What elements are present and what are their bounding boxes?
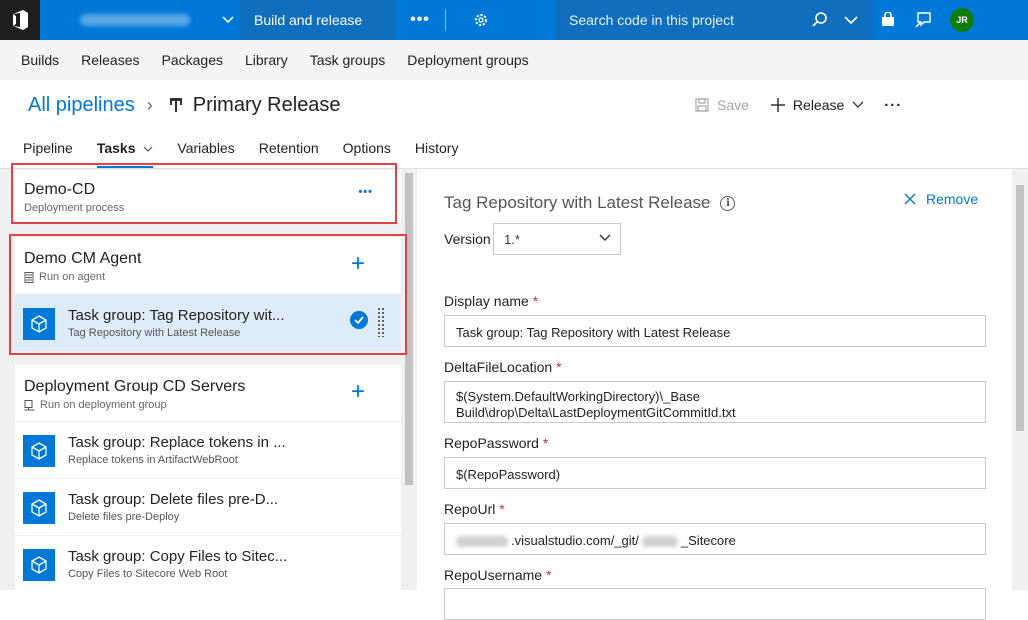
deployment-group-phase-card[interactable]: Deployment Group CD Servers Run on deplo… bbox=[15, 365, 401, 421]
redacted-text bbox=[641, 536, 678, 548]
redacted-text bbox=[456, 536, 508, 548]
feedback-icon[interactable] bbox=[914, 11, 932, 29]
display-name-label: Display name * bbox=[444, 293, 539, 309]
info-icon[interactable]: i bbox=[720, 195, 736, 211]
vsts-logo-icon[interactable] bbox=[0, 0, 40, 40]
close-icon bbox=[904, 193, 916, 205]
repo-url-mid: .visualstudio.com/_git/ bbox=[511, 533, 639, 548]
group-phase-title: Deployment Group CD Servers bbox=[24, 378, 246, 395]
repo-password-label: RepoPassword * bbox=[444, 435, 549, 451]
chevron-down-icon[interactable] bbox=[843, 11, 859, 29]
save-icon bbox=[695, 98, 709, 112]
repo-url-field[interactable]: .visualstudio.com/_git/ _Sitecore bbox=[444, 523, 986, 555]
version-label: Version bbox=[444, 231, 491, 247]
remove-label: Remove bbox=[926, 191, 979, 207]
hub-build-and-release[interactable]: Build and release bbox=[240, 0, 395, 40]
shopping-bag-icon[interactable] bbox=[880, 12, 896, 28]
chevron-down-icon bbox=[599, 234, 611, 241]
subnav-builds[interactable]: Builds bbox=[21, 52, 59, 68]
chevron-down-icon bbox=[222, 16, 234, 24]
breadcrumb: All pipelines › Primary Release bbox=[28, 92, 341, 118]
add-task-button[interactable]: + bbox=[351, 378, 365, 406]
breadcrumb-separator: › bbox=[146, 94, 153, 115]
repo-username-field[interactable] bbox=[444, 588, 986, 620]
subnav-task-groups[interactable]: Task groups bbox=[310, 52, 385, 68]
subnav-releases[interactable]: Releases bbox=[81, 52, 139, 68]
more-actions-button[interactable]: ··· bbox=[884, 97, 902, 114]
subnav-packages[interactable]: Packages bbox=[162, 52, 223, 68]
delta-file-location-field[interactable]: $(System.DefaultWorkingDirectory)\_Base … bbox=[444, 381, 986, 423]
task-title: Task group: Delete files pre-D... bbox=[68, 491, 279, 508]
search-icon[interactable] bbox=[811, 11, 829, 29]
delta-file-location-label: DeltaFileLocation * bbox=[444, 359, 562, 375]
server-group-icon bbox=[24, 399, 35, 410]
subnav-deployment-groups[interactable]: Deployment groups bbox=[407, 52, 528, 68]
task-list-scrollbar[interactable] bbox=[401, 169, 417, 590]
scrollbar-thumb[interactable] bbox=[1016, 185, 1024, 431]
task-title: Task group: Replace tokens in ... bbox=[68, 434, 286, 451]
task-subtitle: Replace tokens in ArtifactWebRoot bbox=[68, 454, 238, 466]
task-row-copy-files[interactable]: Task group: Copy Files to Sitec... Copy … bbox=[15, 536, 401, 590]
plus-icon bbox=[770, 98, 785, 112]
search-box[interactable]: Search code in this project bbox=[555, 0, 873, 40]
breadcrumb-all-pipelines[interactable]: All pipelines bbox=[28, 94, 135, 117]
group-phase-subtitle: Run on deployment group bbox=[40, 399, 167, 411]
hub-more-button[interactable]: ••• bbox=[395, 0, 445, 40]
task-group-icon bbox=[23, 492, 55, 524]
chevron-down-icon bbox=[143, 146, 153, 152]
version-select[interactable]: 1.* bbox=[493, 223, 621, 255]
repo-url-end: _Sitecore bbox=[680, 533, 736, 548]
save-button[interactable]: Save bbox=[695, 97, 749, 113]
task-group-icon bbox=[23, 549, 55, 581]
project-name-redacted bbox=[80, 14, 190, 26]
delta-value-line2: Build\drop\Delta\LastDeploymentGitCommit… bbox=[456, 405, 736, 420]
highlight-box bbox=[11, 163, 397, 224]
tab-history[interactable]: History bbox=[415, 140, 459, 168]
tab-tasks-label: Tasks bbox=[96, 140, 136, 156]
task-row-delete-files[interactable]: Task group: Delete files pre-D... Delete… bbox=[15, 479, 401, 535]
release-label: Release bbox=[792, 97, 845, 113]
page-title: Primary Release bbox=[192, 93, 341, 116]
task-list-panel: Demo-CD Deployment process ••• Demo CM A… bbox=[0, 169, 417, 590]
chevron-down-icon bbox=[852, 101, 864, 108]
task-row-replace-tokens[interactable]: Task group: Replace tokens in ... Replac… bbox=[15, 422, 401, 478]
repo-url-label: RepoUrl * bbox=[444, 501, 505, 517]
top-bar: Build and release ••• Search code in thi… bbox=[0, 0, 1028, 40]
remove-button[interactable]: Remove bbox=[904, 191, 978, 207]
release-pipeline-icon bbox=[169, 98, 182, 112]
task-subtitle: Delete files pre-Deploy bbox=[68, 511, 180, 523]
task-detail-panel: Tag Repository with Latest Release i Rem… bbox=[418, 169, 1028, 620]
task-detail-heading: Tag Repository with Latest Release bbox=[444, 193, 711, 212]
subnav-library[interactable]: Library bbox=[245, 52, 288, 68]
gear-icon[interactable] bbox=[456, 0, 506, 40]
divider bbox=[445, 9, 446, 31]
search-placeholder: Search code in this project bbox=[569, 12, 734, 28]
highlight-box bbox=[9, 234, 407, 355]
save-label: Save bbox=[717, 97, 749, 113]
repo-password-field[interactable]: $(RepoPassword) bbox=[444, 457, 986, 489]
release-button[interactable]: Release bbox=[770, 97, 864, 113]
version-value: 1.* bbox=[504, 232, 520, 247]
task-group-icon bbox=[23, 435, 55, 467]
task-subtitle: Copy Files to Sitecore Web Root bbox=[68, 568, 228, 580]
secondary-nav: Builds Releases Packages Library Task gr… bbox=[0, 40, 1028, 80]
avatar[interactable]: JR bbox=[950, 8, 974, 32]
display-name-field[interactable]: Task group: Tag Repository with Latest R… bbox=[444, 315, 986, 347]
task-title: Task group: Copy Files to Sitec... bbox=[68, 548, 288, 565]
header-actions: Save Release ··· bbox=[695, 94, 902, 116]
repo-username-label: RepoUsername * bbox=[444, 567, 552, 583]
project-selector[interactable] bbox=[40, 0, 240, 40]
detail-scrollbar[interactable] bbox=[1012, 169, 1028, 590]
delta-value-line1: $(System.DefaultWorkingDirectory)\_Base bbox=[456, 389, 700, 404]
